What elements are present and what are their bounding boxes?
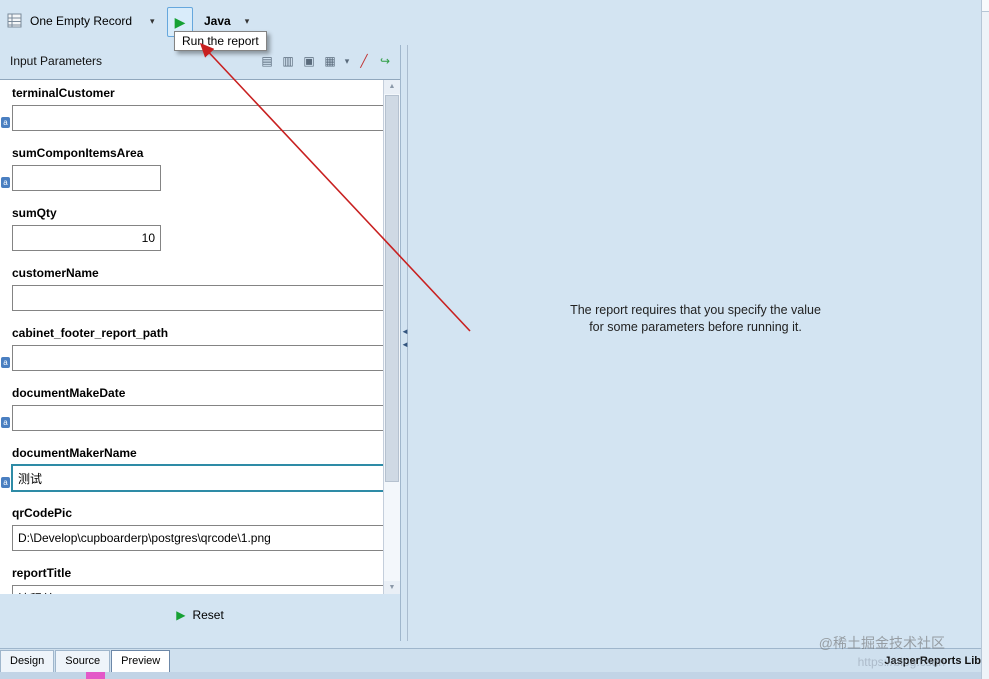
parameter-field: sumComponItemsArea a bbox=[1, 146, 384, 191]
field-label: reportTitle bbox=[12, 566, 72, 580]
preview-message-line1: The report requires that you specify the… bbox=[570, 303, 821, 317]
bottom-strip bbox=[0, 672, 989, 679]
parameter-input[interactable] bbox=[12, 165, 161, 191]
parameter-icon: a bbox=[1, 357, 10, 368]
parameter-icon: a bbox=[1, 177, 10, 188]
report-preview-panel: The report requires that you specify the… bbox=[407, 45, 983, 641]
parameter-input[interactable] bbox=[12, 525, 384, 551]
parameter-input[interactable] bbox=[12, 285, 384, 311]
parameter-field: customerName a bbox=[12, 266, 384, 311]
parameter-field: documentMakeDate a bbox=[1, 386, 384, 431]
parameter-field: cabinet_footer_report_path a bbox=[1, 326, 384, 371]
parameter-field: sumQty a bbox=[12, 206, 384, 251]
parameter-icon: a bbox=[1, 417, 10, 428]
field-label: customerName bbox=[12, 266, 99, 280]
chevron-down-icon: ▾ bbox=[150, 15, 155, 26]
fields-icon[interactable]: ▥ bbox=[279, 53, 297, 71]
fields-scroll-area: terminalCustomer a sumComponItemsArea a … bbox=[0, 79, 400, 596]
clear-parameters-icon[interactable]: ╱ bbox=[355, 53, 373, 71]
field-label: terminalCustomer bbox=[12, 86, 115, 100]
reset-play-icon: ▶ bbox=[176, 608, 186, 622]
parameters-toolbar: ▤ ▥ ▣ ▦ ▾ ╱ ↪ bbox=[258, 53, 394, 71]
scroll-down-arrow[interactable]: ▼ bbox=[384, 581, 400, 595]
editor-tabs: Design Source Preview bbox=[0, 649, 171, 673]
field-label: documentMakerName bbox=[12, 446, 137, 460]
scrollbar-thumb[interactable] bbox=[385, 95, 399, 482]
taskbar-fragment bbox=[86, 672, 105, 679]
corner-box bbox=[982, 0, 989, 12]
field-label: documentMakeDate bbox=[12, 386, 126, 400]
vertical-scrollbar[interactable]: ▲ ▼ bbox=[383, 80, 400, 595]
keyboard-icon[interactable]: ▦ bbox=[321, 53, 339, 71]
parameter-input[interactable] bbox=[12, 225, 161, 251]
record-icon bbox=[6, 12, 24, 30]
field-label: qrCodePic bbox=[12, 506, 73, 520]
field-label: sumComponItemsArea bbox=[12, 146, 144, 160]
parameter-icon: a bbox=[1, 477, 10, 488]
right-scrollbar-strip[interactable] bbox=[981, 0, 989, 679]
language-selector[interactable]: Java ▾ bbox=[204, 14, 249, 28]
record-selector[interactable]: One Empty Record ▾ bbox=[30, 14, 155, 28]
restore-panel-arrows[interactable]: ◄ ◄ bbox=[401, 328, 409, 349]
parameter-input[interactable] bbox=[12, 465, 384, 491]
tab-preview[interactable]: Preview bbox=[111, 650, 171, 673]
input-parameters-panel: Input Parameters ▤ ▥ ▣ ▦ ▾ ╱ ↪ terminalCustome… bbox=[0, 45, 401, 641]
language-selector-label: Java bbox=[204, 14, 231, 28]
parameter-field: terminalCustomer a bbox=[1, 86, 384, 131]
top-toolbar: One Empty Record ▾ ▶ Java ▾ bbox=[0, 0, 989, 45]
run-tooltip: Run the report bbox=[174, 31, 267, 51]
panel-title: Input Parameters bbox=[10, 54, 103, 68]
parameter-field: documentMakerName a bbox=[1, 446, 384, 491]
app-window: One Empty Record ▾ ▶ Java ▾ Run the repo… bbox=[0, 0, 989, 679]
reset-label: Reset bbox=[192, 608, 224, 622]
open-report-icon[interactable]: ↪ bbox=[376, 53, 394, 71]
preview-message-line2: for some parameters before running it. bbox=[589, 320, 802, 334]
reset-button[interactable]: ▶ Reset bbox=[170, 607, 230, 623]
parameter-input[interactable] bbox=[12, 405, 384, 431]
parameter-field: qrCodePic a bbox=[12, 506, 384, 551]
parameter-input[interactable] bbox=[12, 105, 384, 131]
tab-design[interactable]: Design bbox=[0, 650, 55, 673]
dropdown-arrow-icon[interactable]: ▾ bbox=[342, 53, 352, 71]
parameter-input[interactable] bbox=[12, 345, 384, 371]
restore-arrow-icon: ◄ bbox=[401, 340, 409, 349]
field-label: sumQty bbox=[12, 206, 57, 220]
reset-bar: ▶ Reset bbox=[0, 594, 400, 641]
tab-source[interactable]: Source bbox=[55, 650, 111, 673]
form-icon[interactable]: ▤ bbox=[258, 53, 276, 71]
parameter-icon: a bbox=[1, 117, 10, 128]
values-icon[interactable]: ▣ bbox=[300, 53, 318, 71]
chevron-down-icon: ▾ bbox=[244, 15, 250, 26]
restore-arrow-icon: ◄ bbox=[401, 327, 409, 336]
record-selector-label: One Empty Record bbox=[30, 14, 133, 28]
parameter-fields-list: terminalCustomer a sumComponItemsArea a … bbox=[0, 80, 384, 595]
field-label: cabinet_footer_report_path bbox=[12, 326, 169, 340]
status-label: JasperReports Lib bbox=[884, 655, 981, 667]
scroll-up-arrow[interactable]: ▲ bbox=[384, 80, 400, 94]
parameter-field: reportTitle a bbox=[12, 566, 384, 595]
preview-message: The report requires that you specify the… bbox=[408, 302, 983, 336]
bottom-tabs-bar: Design Source Preview JasperReports Lib bbox=[0, 648, 989, 673]
